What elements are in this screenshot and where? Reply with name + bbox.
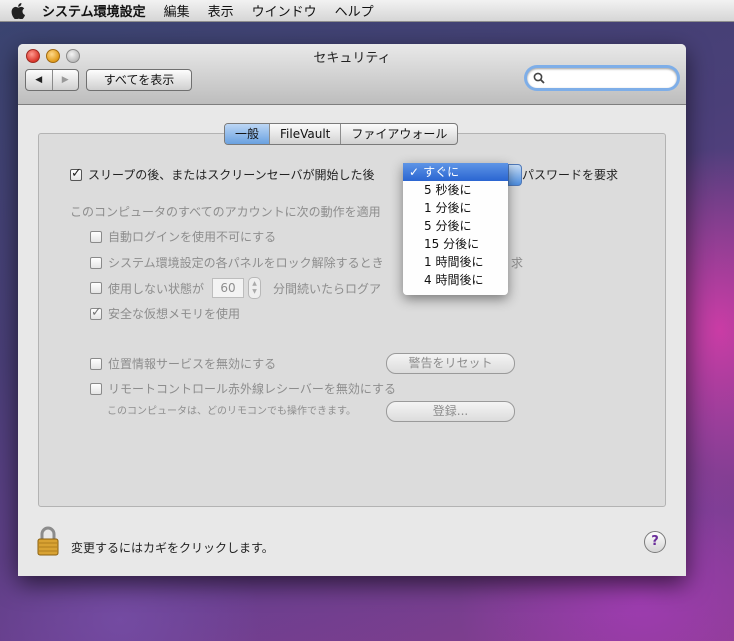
search-icon — [533, 72, 545, 84]
unlock-panels-checkbox[interactable] — [90, 256, 102, 269]
auto-login-label: 自動ログインを使用不可にする — [108, 230, 277, 244]
search-field[interactable] — [527, 68, 677, 88]
require-password-suffix-row: パスワードを要求 — [522, 166, 618, 183]
nav-buttons: ◀ ▶ — [25, 69, 79, 91]
logout-minutes-field[interactable]: 60 — [212, 278, 245, 298]
security-window: セキュリティ ◀ ▶ すべてを表示 一般 FileVault ファイアウォール … — [18, 44, 686, 576]
secure-vm-checkbox[interactable] — [90, 305, 102, 320]
menu-option-1h[interactable]: 1 時間後に — [403, 253, 508, 271]
location-row: 位置情報サービスを無効にする — [90, 355, 276, 372]
logout-suffix: 分間続いたらログア — [273, 281, 382, 296]
menu-option-15m[interactable]: 15 分後に — [403, 235, 508, 253]
menu-app[interactable]: システム環境設定 — [36, 1, 155, 20]
password-delay-menu: ✓ すぐに 5 秒後に 1 分後に 5 分後に 15 分後に 1 時間後に 4 時… — [403, 163, 508, 295]
section-label: このコンピュータのすべてのアカウントに次の動作を適用 — [70, 205, 381, 219]
menu-option-label: すぐに — [423, 165, 460, 179]
unlock-panels-tail: 求 — [511, 256, 524, 270]
tab-firewall[interactable]: ファイアウォール — [340, 124, 457, 144]
back-arrow-icon[interactable]: ◀ — [26, 70, 52, 90]
lock-icon[interactable] — [36, 526, 60, 559]
remote-note: このコンピュータは、どのリモコンでも操作できます。 — [107, 406, 356, 417]
location-label: 位置情報サービスを無効にする — [108, 357, 277, 371]
stepper-up-icon: ▲ — [252, 280, 257, 287]
section-label-row: このコンピュータのすべてのアカウントに次の動作を適用 — [70, 203, 381, 220]
checkmark-icon: ✓ — [409, 165, 420, 179]
menu-bar: システム環境設定 編集 表示 ウインドウ ヘルプ — [0, 0, 734, 22]
forward-arrow-icon[interactable]: ▶ — [51, 70, 79, 90]
logout-prefix: 使用しない状態が — [108, 281, 205, 296]
remote-note-row: このコンピュータは、どのリモコンでも操作できます。 — [107, 402, 356, 417]
menu-help[interactable]: ヘルプ — [326, 1, 383, 20]
title-bar: セキュリティ ◀ ▶ すべてを表示 — [18, 44, 686, 105]
tab-bar: 一般 FileVault ファイアウォール — [224, 123, 459, 145]
location-checkbox[interactable] — [90, 357, 102, 370]
remote-row: リモートコントロール赤外線レシーバーを無効にする — [90, 380, 396, 397]
menu-option-1m[interactable]: 1 分後に — [403, 199, 508, 217]
register-button[interactable]: 登録... — [386, 401, 515, 422]
remote-label: リモートコントロール赤外線レシーバーを無効にする — [108, 382, 397, 396]
secure-vm-row: 安全な仮想メモリを使用 — [90, 305, 240, 322]
menu-view[interactable]: 表示 — [199, 1, 243, 20]
unlock-panels-tail-row: 求 — [511, 254, 523, 271]
password-delay-popup[interactable] — [508, 164, 522, 186]
require-password-row: スリープの後、またはスクリーンセーバが開始した後 — [70, 166, 375, 183]
show-all-button[interactable]: すべてを表示 — [86, 69, 192, 91]
logout-minutes-stepper[interactable]: ▲ ▼ — [248, 277, 262, 299]
require-password-checkbox[interactable] — [70, 166, 82, 181]
window-title: セキュリティ — [313, 51, 391, 66]
menu-window[interactable]: ウインドウ — [243, 1, 326, 20]
stepper-down-icon: ▼ — [252, 288, 257, 295]
secure-vm-label: 安全な仮想メモリを使用 — [108, 307, 241, 321]
menu-option-5s[interactable]: 5 秒後に — [403, 181, 508, 199]
auto-login-checkbox[interactable] — [90, 230, 102, 243]
auto-login-row: 自動ログインを使用不可にする — [90, 228, 276, 245]
reset-warnings-button[interactable]: 警告をリセット — [386, 353, 515, 374]
menu-edit[interactable]: 編集 — [155, 1, 199, 20]
require-password-label: スリープの後、またはスクリーンセーバが開始した後 — [88, 168, 375, 182]
menu-option-4h[interactable]: 4 時間後に — [403, 271, 508, 289]
apple-menu-icon[interactable] — [0, 2, 36, 19]
remote-checkbox[interactable] — [90, 382, 102, 395]
tab-general[interactable]: 一般 — [225, 124, 270, 144]
logout-checkbox[interactable] — [90, 282, 102, 294]
menu-option-5m[interactable]: 5 分後に — [403, 217, 508, 235]
lock-text-row: 変更するにはカギをクリックします。 — [71, 539, 274, 556]
require-password-suffix: パスワードを要求 — [522, 168, 619, 182]
unlock-panels-label: システム環境設定の各パネルをロック解除するとき — [108, 256, 384, 270]
help-button[interactable]: ? — [644, 531, 666, 553]
tab-filevault[interactable]: FileVault — [269, 124, 340, 144]
menu-option-immediately[interactable]: ✓ すぐに — [403, 163, 508, 181]
lock-text: 変更するにはカギをクリックします。 — [71, 541, 274, 555]
logout-row: 使用しない状態が 60 ▲ ▼ 分間続いたらログア — [90, 277, 381, 299]
unlock-panels-row: システム環境設定の各パネルをロック解除するとき — [90, 254, 384, 271]
